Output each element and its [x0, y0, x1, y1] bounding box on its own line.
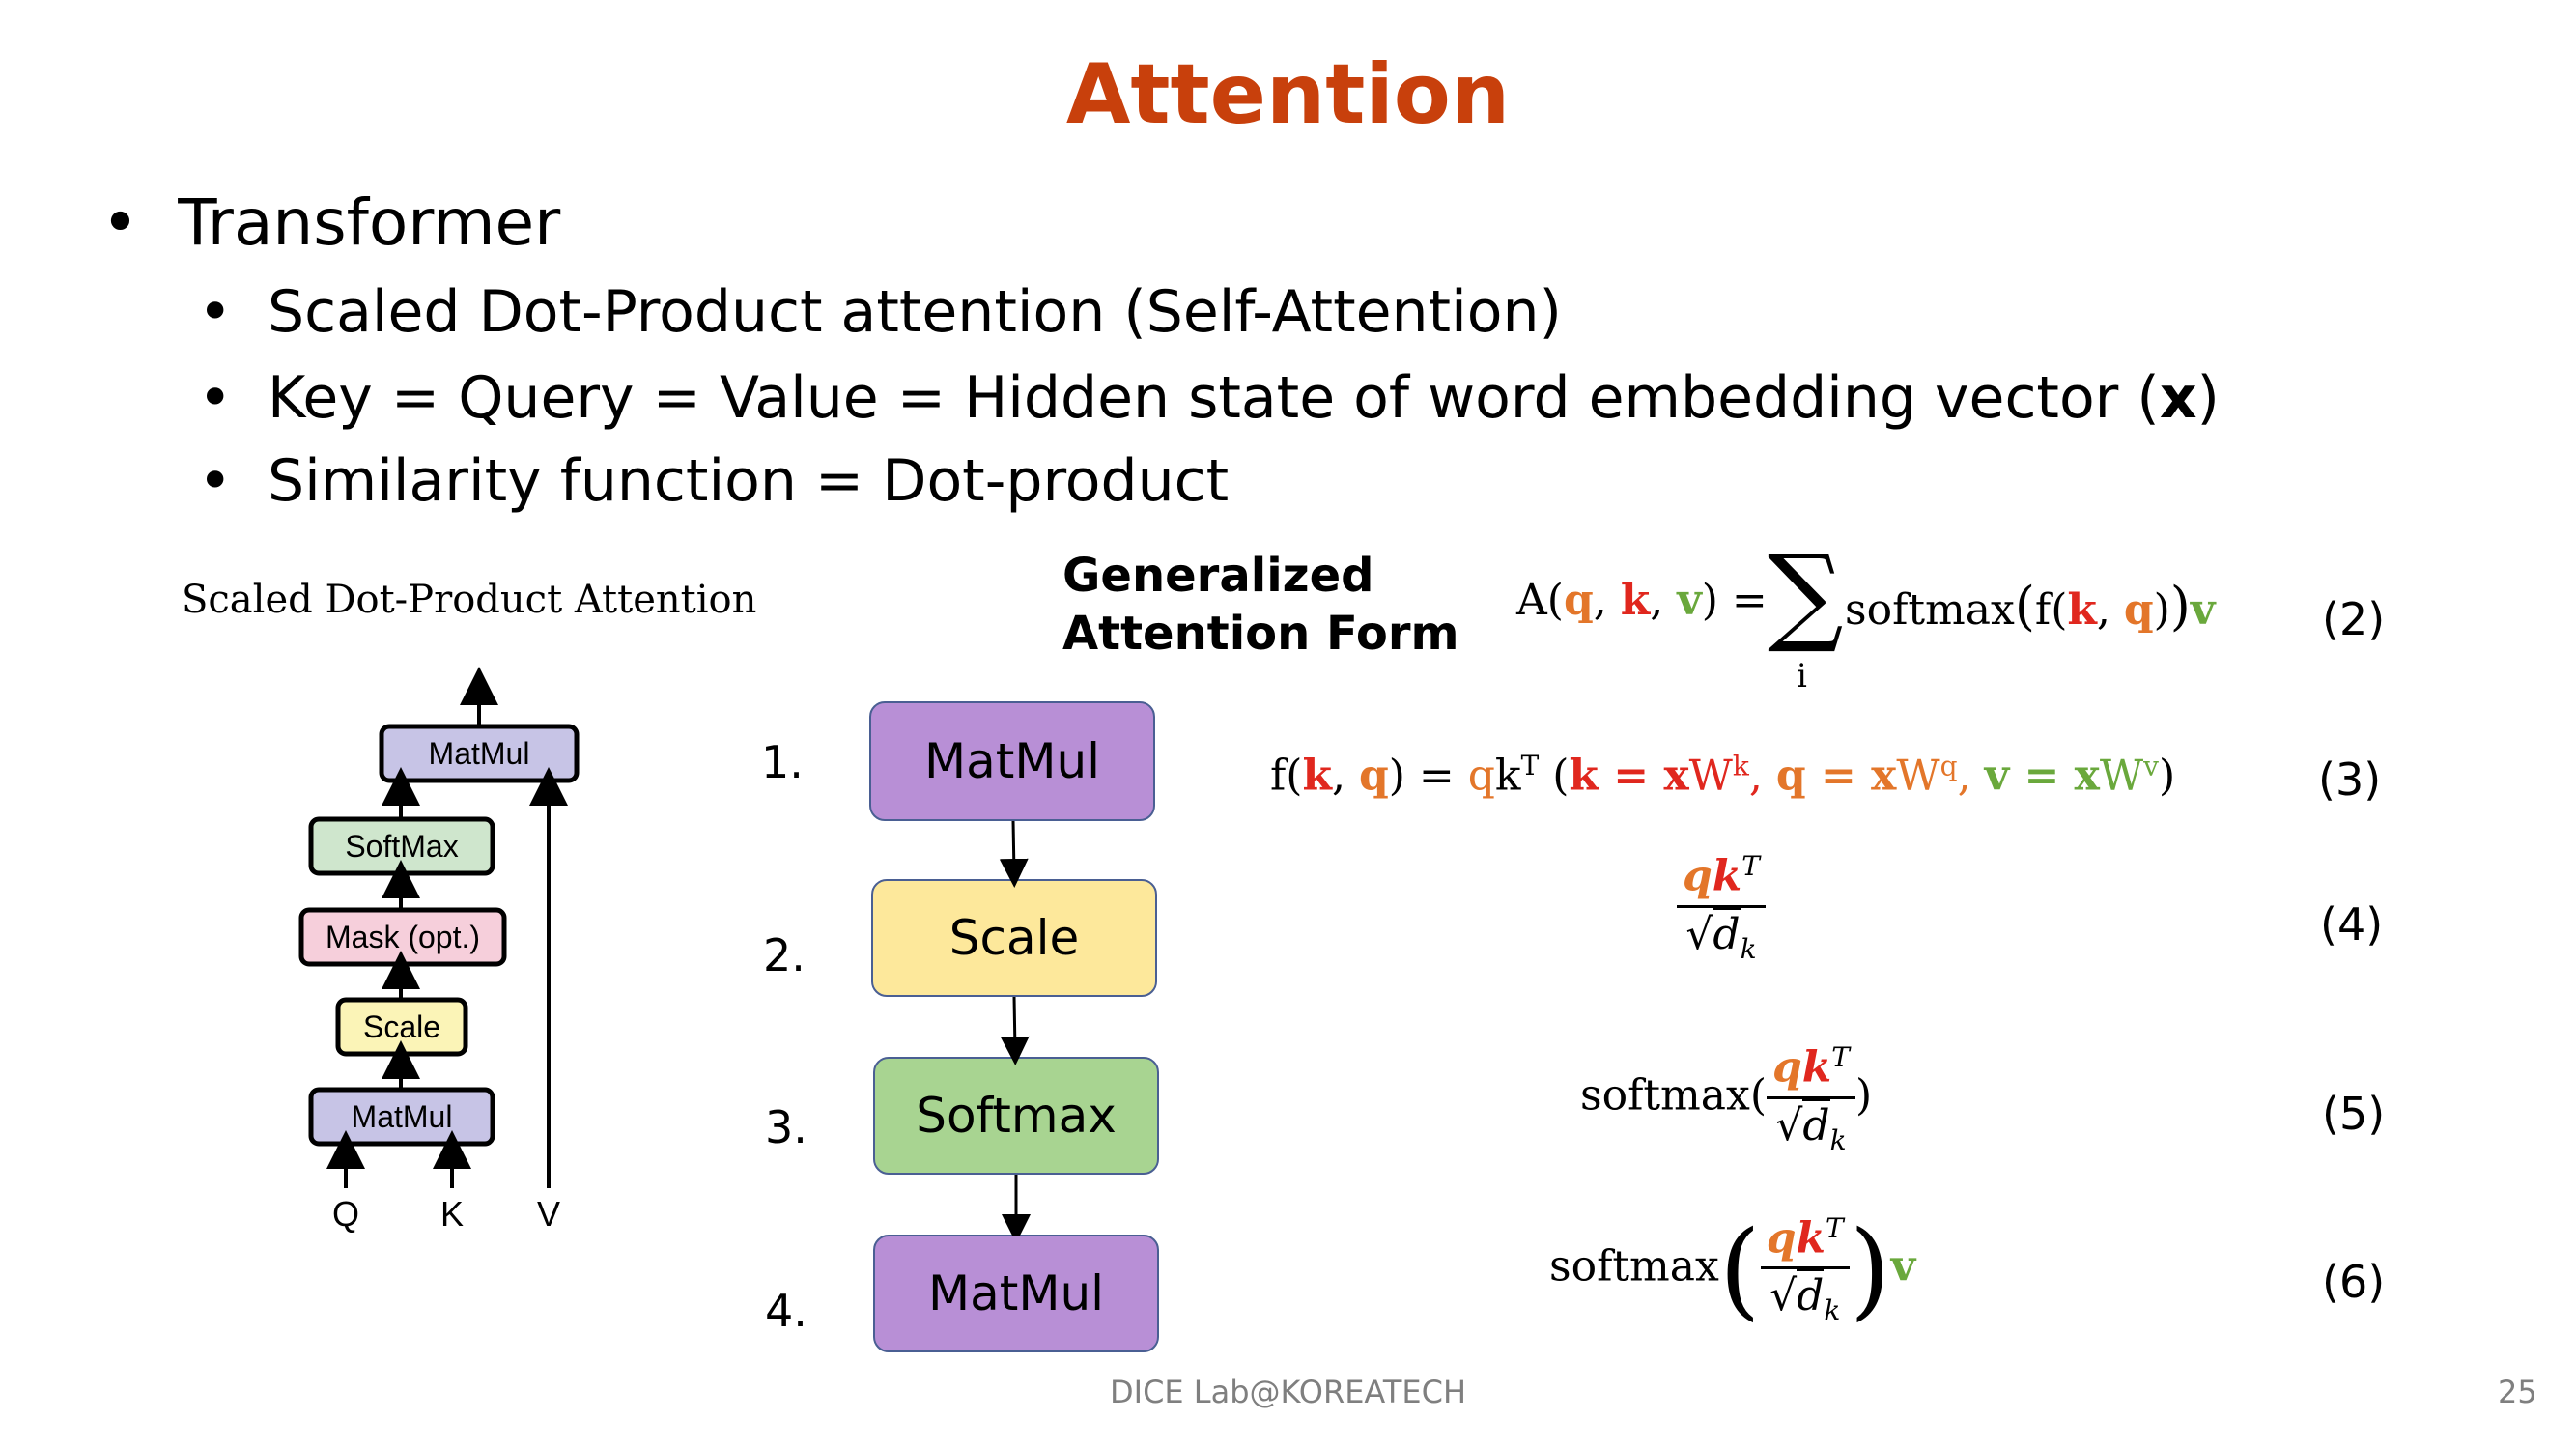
fraction: qkT √dk [1766, 1041, 1855, 1156]
frac-sub-k: k [1824, 1294, 1841, 1327]
equation-2-rhs: softmax(f(k, q))v [1845, 576, 2216, 637]
sub-bullet-text-end: ) [2196, 364, 2220, 432]
equation-2: A(q, k, v) = [1516, 576, 1768, 625]
step-number-2: 2. [763, 929, 806, 981]
eq-x: x [1663, 751, 1689, 801]
eq-sup-t: T [1520, 750, 1540, 781]
bullet-text: Transformer [178, 185, 561, 260]
diagram-label-scale: Scale [363, 1009, 440, 1044]
generalized-label: Generalized Attention Form [1062, 547, 1459, 663]
frac-k: k [1801, 1042, 1832, 1093]
diagram-label-matmul-top: MatMul [429, 736, 530, 771]
footer-lab: DICE Lab@KOREATECH [1109, 1374, 1466, 1410]
frac-sub-k: k [1740, 932, 1757, 965]
flow-step-matmul-2: MatMul [873, 1235, 1159, 1352]
fraction: qkT √dk [1677, 850, 1766, 964]
eq-symbol: A [1516, 576, 1547, 625]
frac-d: d [1797, 1268, 1825, 1321]
eq-k: k [1620, 576, 1651, 625]
diagram-input-k: K [440, 1194, 464, 1234]
bullet-dot: • [198, 278, 233, 346]
eq-x: x [1871, 751, 1897, 801]
eq-x: x [2074, 751, 2100, 801]
scaled-dot-product-diagram: MatMul SoftMax Mask (opt.) Scale MatMul … [298, 667, 580, 1234]
eq-v: v [1984, 751, 2010, 801]
diagram-label-mask: Mask (opt.) [326, 920, 480, 954]
eq-sup-q: q [1939, 750, 1958, 781]
frac-sub-k: k [1829, 1123, 1847, 1156]
equation-3: f(k, q) = qkT (k = xWk, q = xWq, v = xWv… [1270, 750, 2176, 801]
eq-q: q [2123, 585, 2154, 635]
diagram-caption: Scaled Dot-Product Attention [182, 578, 757, 622]
sub-bullet-2: • Key = Query = Value = Hidden state of w… [198, 369, 2220, 427]
sub-bullet-text: Similarity function = Dot-product [268, 447, 1230, 515]
diagram-input-q: Q [332, 1194, 359, 1234]
fraction: qkT √dk [1760, 1211, 1850, 1327]
frac-sup-t: T [1826, 1211, 1844, 1244]
generalized-label-line2: Attention Form [1062, 607, 1459, 661]
eq-softmax: softmax [1845, 585, 2015, 635]
frac-d: d [1713, 906, 1741, 959]
eq-f: f [2034, 585, 2052, 635]
eq-k: k [1569, 751, 1599, 801]
bullet-dot: • [198, 447, 233, 515]
frac-q: q [1683, 851, 1713, 901]
eq-softmax: softmax [1580, 1070, 1750, 1121]
eq-sup-v: v [2143, 750, 2159, 781]
eq-sup-k: k [1732, 750, 1749, 781]
sub-bullet-text: Scaled Dot-Product attention (Self-Atten… [268, 278, 1562, 346]
sub-bullet-1: • Scaled Dot-Product attention (Self-Atte… [198, 283, 1562, 341]
eq-number-2: (2) [2322, 593, 2386, 645]
generalized-label-line1: Generalized [1062, 549, 1374, 603]
eq-v: v [2190, 585, 2216, 635]
diagram-input-v: V [537, 1194, 560, 1234]
eq-number-3: (3) [2318, 753, 2382, 806]
eq-number-5: (5) [2322, 1088, 2386, 1140]
eq-v: v [1677, 576, 1702, 625]
frac-d: d [1802, 1097, 1830, 1151]
bullet-dot: • [101, 185, 139, 260]
eq-f: f [1270, 751, 1287, 801]
eq-q: q [1358, 751, 1389, 801]
diagram-label-matmul-bottom: MatMul [352, 1099, 453, 1134]
eq-q: q [1563, 576, 1594, 625]
eq-k: k [2067, 585, 2097, 635]
page-number: 25 [2498, 1374, 2537, 1410]
eq-q-plain: q [1467, 751, 1495, 801]
sum-index: i [1797, 657, 1807, 696]
flow-arrows [999, 821, 1031, 1236]
bullet-transformer: • Transformer [101, 191, 560, 255]
eq-number-6: (6) [2322, 1256, 2386, 1308]
slide-title: Attention [1065, 46, 1511, 143]
diagram-label-softmax: SoftMax [345, 829, 458, 864]
flow-step-matmul-1: MatMul [869, 701, 1155, 821]
eq-number-4: (4) [2320, 898, 2384, 951]
eq-softmax: softmax [1549, 1241, 1719, 1292]
equation-4: qkT √dk [1677, 850, 1766, 964]
frac-k: k [1712, 851, 1742, 901]
frac-q: q [1766, 1213, 1797, 1264]
equation-6: softmax( qkT √dk )v [1549, 1208, 1916, 1331]
bullet-dot: • [198, 364, 233, 432]
eq-q: q [1775, 751, 1806, 801]
sum-symbol: ∑ [1768, 532, 1844, 656]
sub-bullet-text: Key = Query = Value = Hidden state of wo… [268, 364, 2160, 432]
sub-bullet-bold-x: x [2159, 364, 2197, 432]
eq-k: k [1302, 751, 1332, 801]
sub-bullet-3: • Similarity function = Dot-product [198, 452, 1229, 510]
step-number-1: 1. [761, 736, 804, 788]
frac-sup-t: T [1831, 1041, 1850, 1073]
frac-q: q [1771, 1042, 1802, 1093]
step-number-4: 4. [765, 1285, 807, 1337]
frac-sup-t: T [1741, 850, 1760, 882]
step-number-3: 3. [765, 1101, 807, 1153]
frac-k: k [1796, 1213, 1826, 1264]
equation-5: softmax( qkT √dk ) [1580, 1041, 1873, 1156]
eq-v: v [1890, 1241, 1916, 1292]
